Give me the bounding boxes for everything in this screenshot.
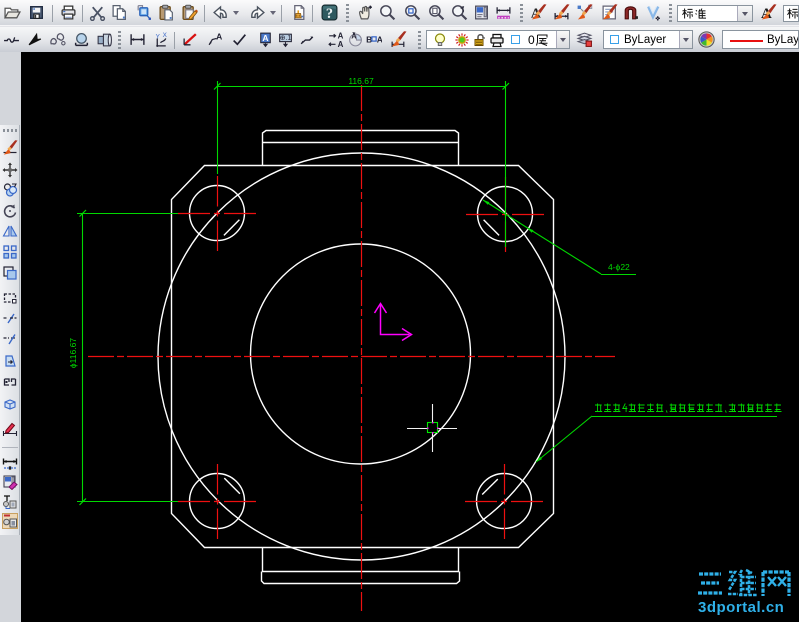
svg-text:ϕ116.67: ϕ116.67 — [68, 338, 78, 368]
svg-text:A: A — [377, 35, 382, 45]
svg-text:3dportal.cn: 3dportal.cn — [698, 599, 784, 616]
svg-text:X: X — [163, 32, 168, 39]
svg-text:4-ϕ22: 4-ϕ22 — [608, 262, 630, 272]
svg-text:Y: Y — [156, 33, 161, 40]
svg-text:A: A — [216, 32, 222, 42]
svg-text:⊕.1: ⊕.1 — [280, 35, 292, 42]
svg-text:?: ? — [326, 6, 333, 21]
svg-text:A: A — [262, 33, 268, 43]
svg-text:116.67: 116.67 — [348, 76, 374, 86]
svg-text:A: A — [338, 40, 344, 48]
